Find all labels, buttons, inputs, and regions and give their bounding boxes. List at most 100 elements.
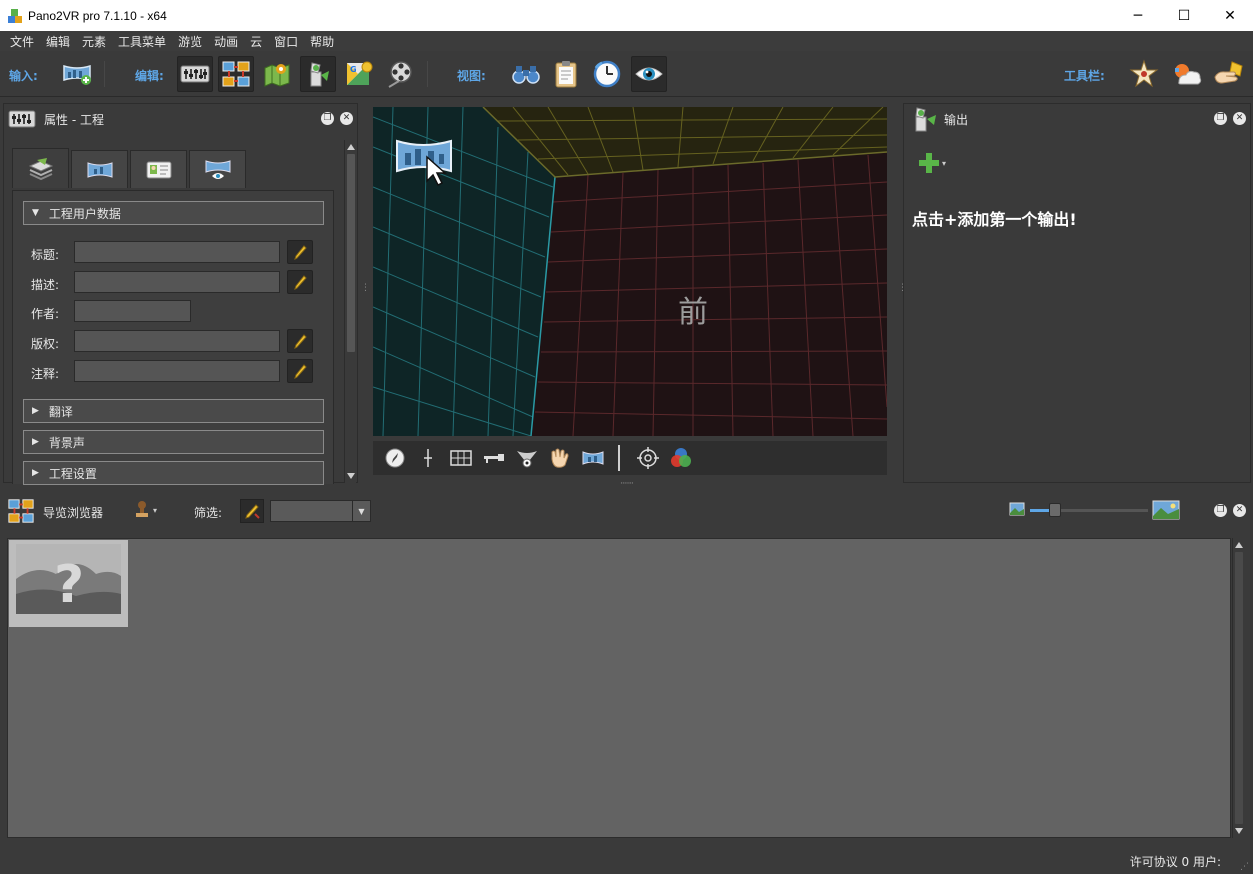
- comment-edit-button[interactable]: [287, 359, 313, 383]
- collapsed-arrow-icon: ▶: [32, 468, 39, 478]
- panorama-tab-icon: [87, 161, 112, 178]
- panorama-thumbnail[interactable]: ?: [9, 540, 128, 627]
- user-data-tab-icon: [146, 161, 171, 178]
- expanded-arrow-icon: ▼: [32, 208, 39, 218]
- filter-pencil-button[interactable]: [240, 499, 264, 523]
- maximize-button[interactable]: ☐: [1161, 0, 1207, 31]
- add-output-button[interactable]: ▾: [918, 152, 946, 174]
- menu-tools[interactable]: 工具菜单: [112, 33, 172, 50]
- filter-select[interactable]: ▼: [270, 500, 371, 522]
- menu-window[interactable]: 窗口: [268, 33, 304, 50]
- minimize-button[interactable]: ─: [1115, 0, 1161, 31]
- tab-user-data[interactable]: [130, 150, 187, 188]
- tab-panorama[interactable]: [71, 150, 128, 188]
- target-button[interactable]: [634, 444, 662, 472]
- author-field[interactable]: [74, 300, 191, 322]
- float-panel-button[interactable]: ❐: [321, 112, 334, 125]
- google-street-view-button[interactable]: G: [341, 56, 377, 92]
- animation-icon: [388, 61, 412, 88]
- copyright-field[interactable]: [74, 330, 280, 352]
- timer-icon: [593, 60, 621, 88]
- title-field[interactable]: [74, 241, 280, 263]
- compass-button[interactable]: [381, 444, 409, 472]
- section-background-sound-label: 背景声: [48, 435, 85, 450]
- section-translation[interactable]: ▶ 翻译: [23, 399, 324, 423]
- pencil-icon: [245, 504, 260, 519]
- scrollbar-thumb[interactable]: [1235, 552, 1243, 824]
- import-panorama-button[interactable]: [59, 56, 95, 92]
- weather-button[interactable]: [1169, 56, 1205, 92]
- output-icon: [915, 107, 936, 132]
- section-user-data[interactable]: ▼ 工程用户数据: [23, 201, 324, 225]
- tour-browser-button[interactable]: [218, 56, 254, 92]
- timer-button[interactable]: [589, 56, 625, 92]
- thumbnail-size-handle[interactable]: [1049, 503, 1061, 517]
- left-splitter-grip[interactable]: ⋮: [361, 283, 370, 293]
- section-background-sound[interactable]: ▶ 背景声: [23, 430, 324, 454]
- key-icon: [484, 454, 504, 463]
- close-button[interactable]: ✕: [1207, 0, 1253, 31]
- menu-cloud[interactable]: 云: [244, 33, 268, 50]
- close-panel-button[interactable]: ✕: [340, 112, 353, 125]
- project-icon: [28, 157, 53, 180]
- title-edit-button[interactable]: [287, 240, 313, 264]
- section-project-settings[interactable]: ▶ 工程设置: [23, 461, 324, 485]
- description-field[interactable]: [74, 271, 280, 293]
- tab-viewer[interactable]: [189, 150, 246, 188]
- hand-tool-button[interactable]: [546, 444, 574, 472]
- animation-button[interactable]: [382, 56, 418, 92]
- window-title: Pano2VR pro 7.1.10 - x64: [28, 8, 167, 23]
- comment-field[interactable]: [74, 360, 280, 382]
- menu-tour[interactable]: 游览: [172, 33, 208, 50]
- menu-edit[interactable]: 编辑: [40, 33, 76, 50]
- status-bar: 许可协议 0 用户: ⋰: [0, 846, 1253, 874]
- panorama-hotspot-icon[interactable]: [395, 137, 455, 187]
- color-adjust-button[interactable]: [667, 444, 695, 472]
- scroll-up-icon: [1235, 542, 1243, 548]
- tour-browser-scrollbar[interactable]: [1232, 538, 1244, 838]
- close-panel-button[interactable]: ✕: [1233, 504, 1246, 517]
- panorama-viewport[interactable]: 前: [373, 107, 887, 436]
- panorama-view-button[interactable]: [579, 444, 607, 472]
- grid-button[interactable]: [447, 444, 475, 472]
- input-label: 输入:: [9, 69, 38, 83]
- starburst-button[interactable]: [1126, 56, 1162, 92]
- pencil-icon: [294, 275, 307, 290]
- target-icon: [637, 447, 659, 469]
- tab-project[interactable]: [12, 148, 69, 188]
- output-empty-message: 点击+添加第一个输出!: [912, 210, 1077, 229]
- float-panel-button[interactable]: ❐: [1214, 504, 1227, 517]
- edit-label: 编辑:: [135, 69, 164, 83]
- scrollbar-thumb[interactable]: [347, 154, 355, 352]
- binoculars-icon: [512, 66, 540, 84]
- properties-tabs: [12, 148, 248, 188]
- menu-file[interactable]: 文件: [4, 33, 40, 50]
- close-panel-button[interactable]: ✕: [1233, 112, 1246, 125]
- hand-toolbar-button[interactable]: [1210, 56, 1246, 92]
- patch-button[interactable]: [300, 56, 336, 92]
- stamp-menu-button[interactable]: ▾: [134, 500, 157, 520]
- cone-button[interactable]: [513, 444, 541, 472]
- tour-browser-area[interactable]: ?: [7, 538, 1231, 838]
- pencil-icon: [294, 245, 307, 260]
- menu-help[interactable]: 帮助: [304, 33, 340, 50]
- menu-animation[interactable]: 动画: [208, 33, 244, 50]
- menu-elements[interactable]: 元素: [76, 33, 112, 50]
- description-edit-button[interactable]: [287, 270, 313, 294]
- binoculars-button[interactable]: [508, 56, 544, 92]
- center-splitter-grip[interactable]: ·······: [620, 479, 634, 489]
- small-thumbnail-icon: [1009, 502, 1025, 516]
- crosshair-line-button[interactable]: [414, 444, 442, 472]
- patch-icon: [310, 62, 329, 87]
- svg-text:?: ?: [54, 555, 84, 614]
- resize-grip-icon[interactable]: ⋰: [1240, 862, 1249, 872]
- copyright-edit-button[interactable]: [287, 329, 313, 353]
- properties-button[interactable]: [177, 56, 213, 92]
- eye-button[interactable]: [631, 56, 667, 92]
- properties-scrollbar[interactable]: [344, 140, 356, 483]
- float-panel-button[interactable]: ❐: [1214, 112, 1227, 125]
- clipboard-button[interactable]: [548, 56, 584, 92]
- import-panorama-icon: [63, 64, 91, 85]
- map-button[interactable]: [259, 56, 295, 92]
- key-button[interactable]: [480, 444, 508, 472]
